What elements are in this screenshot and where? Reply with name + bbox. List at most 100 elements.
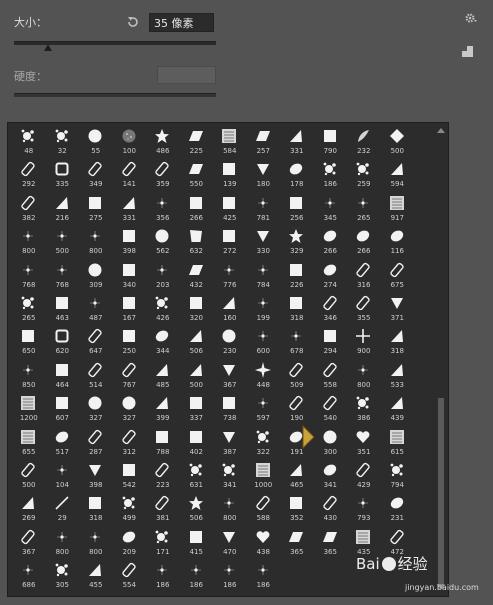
brush-preset[interactable]: 500: [180, 359, 214, 392]
brush-preset[interactable]: 588: [247, 492, 281, 525]
brush-preset[interactable]: 225: [180, 125, 214, 158]
brush-preset[interactable]: 104: [46, 459, 80, 492]
brush-preset[interactable]: 316: [347, 259, 381, 292]
brush-preset[interactable]: 917: [381, 192, 415, 225]
brush-preset[interactable]: 800: [12, 225, 46, 258]
brush-preset[interactable]: 500: [46, 225, 80, 258]
brush-preset[interactable]: 226: [280, 259, 314, 292]
brush-preset[interactable]: 320: [180, 292, 214, 325]
brush-preset[interactable]: 318: [79, 492, 113, 525]
brush-preset[interactable]: 686: [12, 559, 46, 592]
brush-preset[interactable]: 190: [280, 392, 314, 425]
brush-preset[interactable]: 250: [113, 325, 147, 358]
brush-preset[interactable]: 269: [12, 492, 46, 525]
brush-preset[interactable]: 32: [46, 125, 80, 158]
brush-preset[interactable]: 900: [347, 325, 381, 358]
brush-preset[interactable]: 331: [113, 192, 147, 225]
brush-preset[interactable]: 486: [146, 125, 180, 158]
brush-preset[interactable]: 655: [12, 426, 46, 459]
brush-preset[interactable]: 203: [146, 259, 180, 292]
brush-preset[interactable]: 186: [180, 559, 214, 592]
brush-preset[interactable]: 171: [146, 526, 180, 559]
brush-preset[interactable]: 355: [347, 292, 381, 325]
brush-preset[interactable]: 554: [113, 559, 147, 592]
brush-preset[interactable]: 330: [247, 225, 281, 258]
brush-preset[interactable]: 425: [213, 192, 247, 225]
brush-preset[interactable]: 327: [79, 392, 113, 425]
brush-preset[interactable]: 337: [180, 392, 214, 425]
brush-preset[interactable]: 615: [381, 426, 415, 459]
brush-preset[interactable]: 675: [381, 259, 415, 292]
brush-preset[interactable]: 514: [79, 359, 113, 392]
brush-preset[interactable]: 650: [12, 325, 46, 358]
brush-preset[interactable]: 448: [247, 359, 281, 392]
brush-preset[interactable]: 216: [46, 192, 80, 225]
brush-preset[interactable]: 100: [113, 125, 147, 158]
brush-preset[interactable]: 776: [213, 259, 247, 292]
brush-preset[interactable]: 620: [46, 325, 80, 358]
brush-preset[interactable]: 542: [113, 459, 147, 492]
brush-preset[interactable]: 356: [146, 192, 180, 225]
brush-preset[interactable]: 272: [213, 225, 247, 258]
scroll-up-arrow[interactable]: [437, 128, 445, 133]
brush-preset[interactable]: 186: [247, 559, 281, 592]
brush-preset[interactable]: 180: [247, 158, 281, 191]
brush-preset[interactable]: 274: [314, 259, 348, 292]
brush-preset[interactable]: 432: [180, 259, 214, 292]
brush-preset[interactable]: 29: [46, 492, 80, 525]
brush-preset[interactable]: 788: [146, 426, 180, 459]
brush-preset[interactable]: 305: [46, 559, 80, 592]
brush-preset[interactable]: 509: [280, 359, 314, 392]
brush-preset[interactable]: 793: [347, 492, 381, 525]
brush-preset[interactable]: 597: [247, 392, 281, 425]
brush-preset[interactable]: 600: [247, 325, 281, 358]
brush-preset[interactable]: 540: [314, 392, 348, 425]
brush-preset[interactable]: 632: [180, 225, 214, 258]
brush-preset[interactable]: 340: [113, 259, 147, 292]
brush-preset[interactable]: 464: [46, 359, 80, 392]
brush-preset[interactable]: 607: [46, 392, 80, 425]
brush-preset[interactable]: 287: [79, 426, 113, 459]
brush-preset[interactable]: 398: [113, 225, 147, 258]
brush-preset[interactable]: 506: [180, 492, 214, 525]
brush-preset[interactable]: 186: [146, 559, 180, 592]
brush-preset[interactable]: 178: [280, 158, 314, 191]
brush-preset[interactable]: 266: [314, 225, 348, 258]
brush-preset[interactable]: 767: [113, 359, 147, 392]
brush-preset[interactable]: 331: [280, 125, 314, 158]
brush-preset[interactable]: 292: [12, 158, 46, 191]
new-preset-icon[interactable]: [462, 46, 473, 57]
brush-preset[interactable]: 318: [280, 292, 314, 325]
brush-preset[interactable]: 141: [113, 158, 147, 191]
brush-preset[interactable]: 500: [12, 459, 46, 492]
brush-preset[interactable]: 463: [46, 292, 80, 325]
brush-preset[interactable]: 352: [280, 492, 314, 525]
brush-preset[interactable]: 230: [213, 325, 247, 358]
brush-preset[interactable]: 48: [12, 125, 46, 158]
brush-preset[interactable]: 499: [113, 492, 147, 525]
brush-preset[interactable]: 349: [79, 158, 113, 191]
brush-preset[interactable]: 794: [381, 459, 415, 492]
size-slider-thumb[interactable]: [44, 44, 53, 51]
brush-preset[interactable]: 365: [280, 526, 314, 559]
brush-preset[interactable]: 300: [314, 426, 348, 459]
brush-preset[interactable]: 344: [146, 325, 180, 358]
brush-preset[interactable]: 231: [381, 492, 415, 525]
brush-preset[interactable]: 160: [213, 292, 247, 325]
scrollbar-thumb[interactable]: [438, 398, 444, 589]
brush-preset[interactable]: 371: [381, 292, 415, 325]
brush-preset[interactable]: 402: [180, 426, 214, 459]
brush-preset[interactable]: 367: [12, 526, 46, 559]
brush-preset[interactable]: 584: [213, 125, 247, 158]
brush-preset[interactable]: 365: [314, 526, 348, 559]
brush-preset[interactable]: 232: [347, 125, 381, 158]
brush-preset[interactable]: 790: [314, 125, 348, 158]
brush-preset[interactable]: 186: [314, 158, 348, 191]
brush-preset[interactable]: 1000: [247, 459, 281, 492]
brush-preset[interactable]: 500: [381, 125, 415, 158]
brush-preset[interactable]: 678: [280, 325, 314, 358]
size-input[interactable]: 35 像素: [149, 13, 214, 32]
brush-preset[interactable]: 781: [247, 192, 281, 225]
brush-preset[interactable]: 506: [180, 325, 214, 358]
brush-preset[interactable]: 335: [46, 158, 80, 191]
